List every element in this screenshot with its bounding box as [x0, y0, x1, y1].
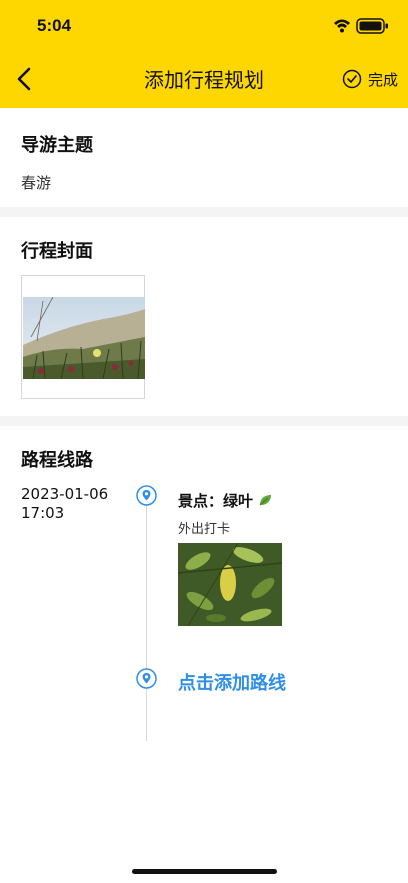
status-icons	[332, 17, 390, 35]
battery-icon	[356, 18, 388, 34]
timeline-line	[146, 505, 147, 741]
add-route-button[interactable]: 点击添加路线	[178, 669, 286, 695]
spot-title-text: 景点：绿叶	[178, 492, 254, 510]
route-title: 路程线路	[21, 450, 93, 471]
section-divider	[0, 416, 408, 426]
done-button[interactable]: 完成	[342, 68, 398, 90]
status-time: 5:04	[37, 16, 72, 35]
theme-value[interactable]: 春游	[21, 172, 51, 193]
wifi-icon	[334, 19, 350, 33]
stop-date: 2023-01-06	[21, 485, 109, 503]
spot-title[interactable]: 景点：绿叶	[178, 490, 272, 511]
section-divider	[0, 207, 408, 217]
done-label: 完成	[367, 70, 398, 89]
nav-header: 5:04 添加行程规划 完成	[0, 0, 408, 108]
cover-image	[23, 297, 145, 379]
spot-description: 外出打卡	[178, 522, 231, 537]
add-route-pin-icon	[136, 668, 157, 689]
home-indicator	[132, 869, 277, 874]
spot-photo[interactable]	[178, 543, 282, 626]
stop-datetime: 2023-01-06 17:03	[21, 485, 108, 523]
location-pin-icon	[136, 485, 157, 506]
check-circle-icon	[342, 69, 362, 89]
theme-title: 导游主题	[21, 135, 93, 156]
cover-title: 行程封面	[21, 241, 93, 262]
cover-image-picker[interactable]	[21, 275, 145, 399]
stop-time: 17:03	[21, 504, 65, 522]
leaf-icon	[259, 495, 272, 506]
